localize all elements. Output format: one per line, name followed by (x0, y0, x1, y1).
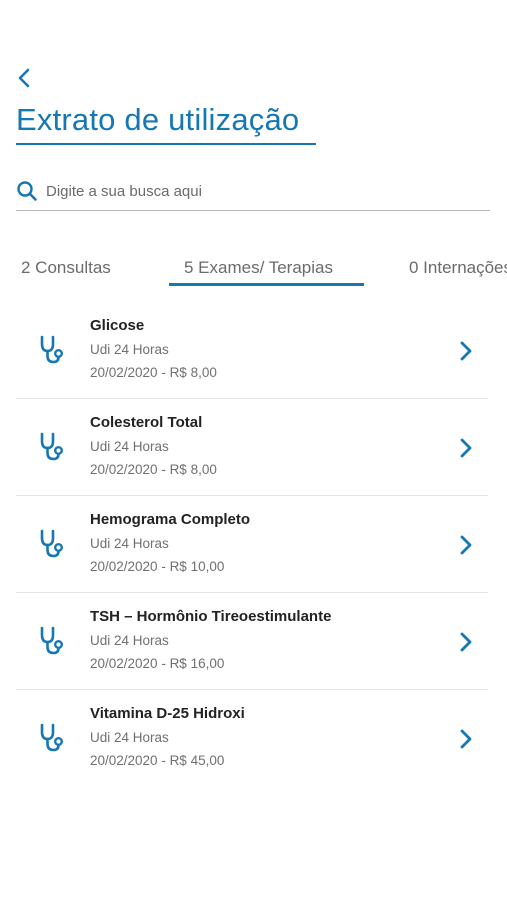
list-item[interactable]: Vitamina D-25 Hidroxi Udi 24 Horas 20/02… (16, 690, 488, 786)
title-underline (16, 143, 316, 145)
search-bar[interactable] (16, 172, 490, 211)
provider-name: Udi 24 Horas (90, 342, 169, 357)
page-title: Extrato de utilização (16, 102, 300, 137)
list-item[interactable]: Glicose Udi 24 Horas 20/02/2020 - R$ 8,0… (16, 302, 488, 399)
back-button[interactable] (14, 66, 34, 90)
chevron-right-icon (460, 341, 472, 361)
date-price: 20/02/2020 - R$ 16,00 (90, 656, 225, 671)
provider-name: Udi 24 Horas (90, 439, 169, 454)
exam-name: TSH – Hormônio Tireoestimulante (90, 608, 332, 625)
provider-name: Udi 24 Horas (90, 633, 169, 648)
date-price: 20/02/2020 - R$ 8,00 (90, 365, 217, 380)
tab-selected-indicator (169, 283, 364, 286)
date-price: 20/02/2020 - R$ 45,00 (90, 753, 225, 768)
provider-name: Udi 24 Horas (90, 536, 169, 551)
date-price: 20/02/2020 - R$ 10,00 (90, 559, 225, 574)
list-item[interactable]: Hemograma Completo Udi 24 Horas 20/02/20… (16, 496, 488, 593)
exam-name: Hemograma Completo (90, 511, 251, 528)
tab-consultas[interactable]: 2 Consultas (21, 258, 111, 278)
chevron-right-icon (460, 729, 472, 749)
stethoscope-icon (40, 723, 64, 752)
tab-internacoes[interactable]: 0 Internações (409, 258, 507, 278)
list-item[interactable]: TSH – Hormônio Tireoestimulante Udi 24 H… (16, 593, 488, 690)
exam-name: Vitamina D-25 Hidroxi (90, 705, 245, 722)
provider-name: Udi 24 Horas (90, 730, 169, 745)
chevron-right-icon (460, 535, 472, 555)
chevron-right-icon (460, 632, 472, 652)
stethoscope-icon (40, 529, 64, 558)
exam-list: Glicose Udi 24 Horas 20/02/2020 - R$ 8,0… (0, 302, 507, 786)
stethoscope-icon (40, 432, 64, 461)
list-item[interactable]: Colesterol Total Udi 24 Horas 20/02/2020… (16, 399, 488, 496)
tab-exames-terapias[interactable]: 5 Exames/ Terapias (184, 258, 333, 278)
exam-name: Colesterol Total (90, 414, 203, 431)
chevron-left-icon (18, 68, 30, 88)
search-input[interactable] (46, 182, 466, 200)
stethoscope-icon (40, 335, 64, 364)
stethoscope-icon (40, 626, 64, 655)
date-price: 20/02/2020 - R$ 8,00 (90, 462, 217, 477)
exam-name: Glicose (90, 317, 145, 334)
search-icon (16, 180, 38, 202)
chevron-right-icon (460, 438, 472, 458)
